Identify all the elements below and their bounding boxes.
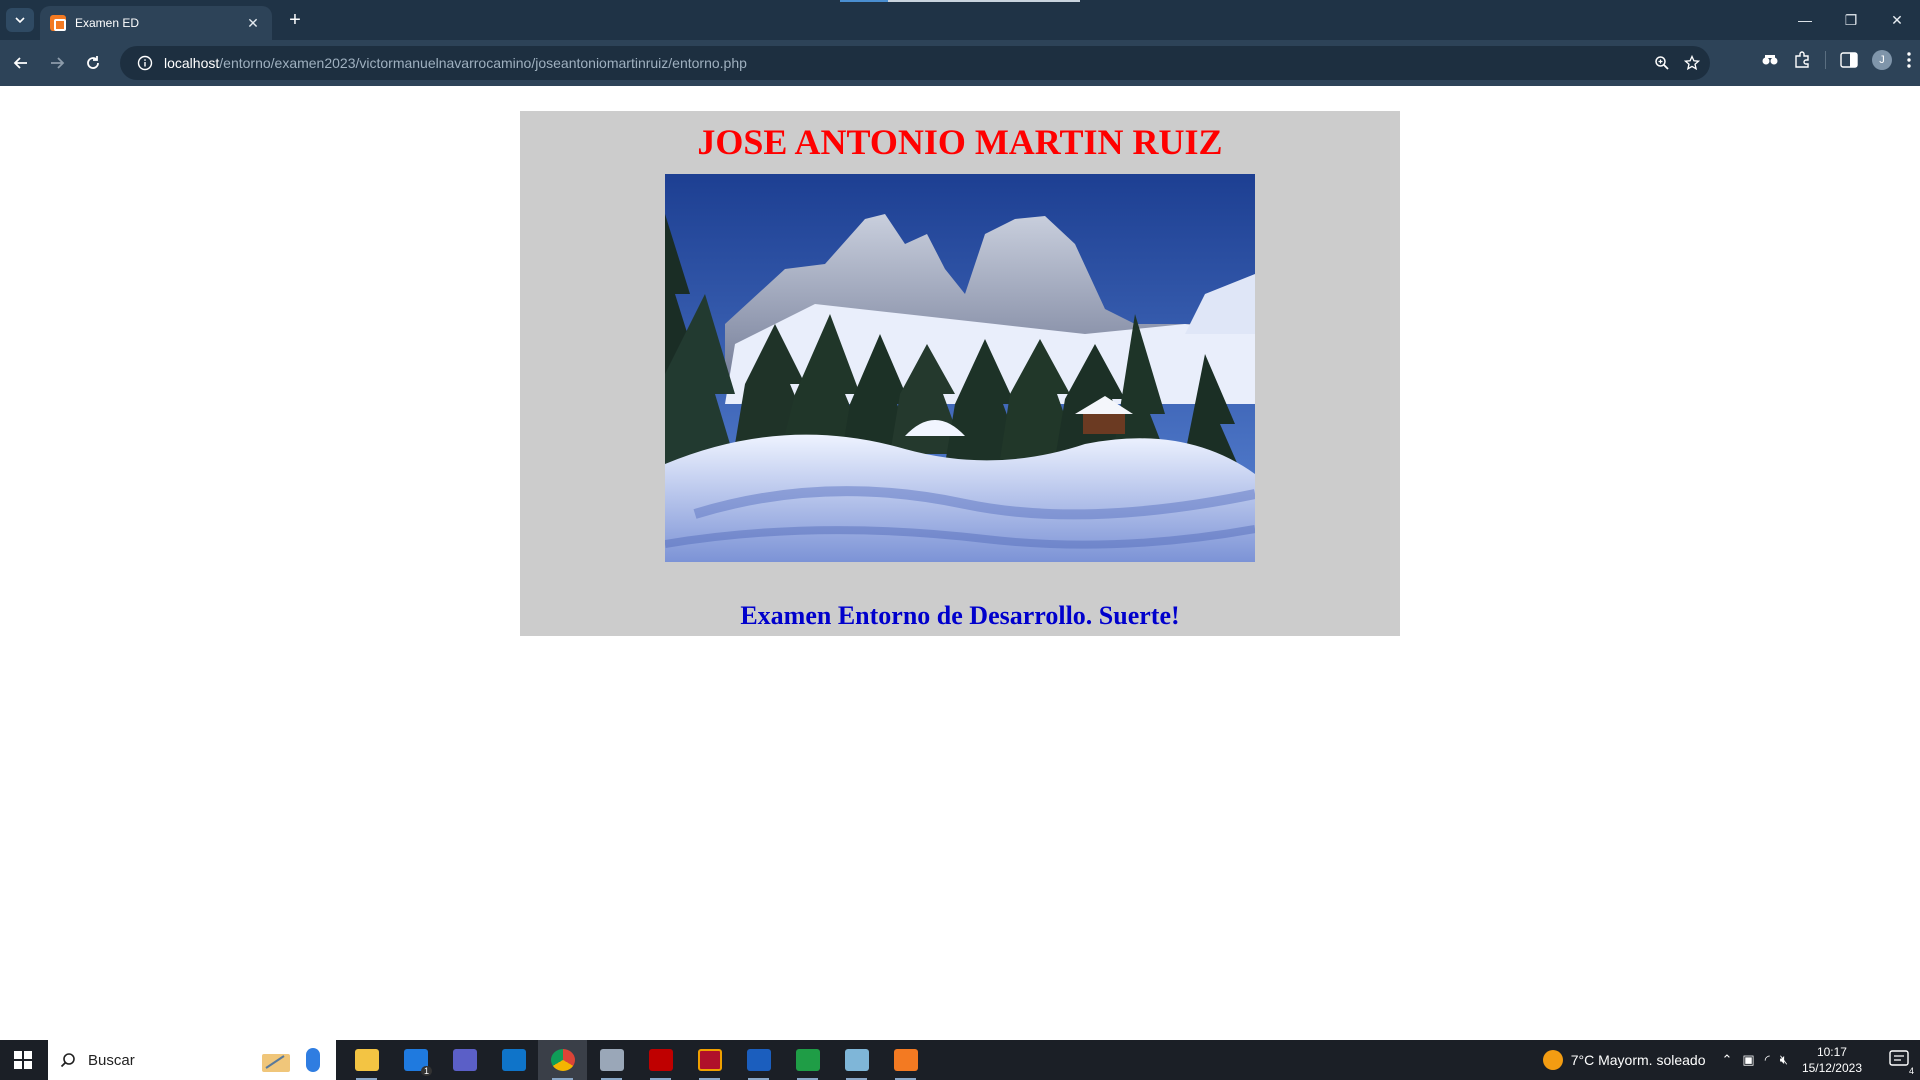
chrome-icon [550,1049,575,1071]
minimize-icon[interactable]: — [1782,0,1828,40]
taskbar-filezilla[interactable] [636,1040,685,1080]
more-menu-icon[interactable] [1906,51,1912,69]
search-icon [60,1053,75,1068]
taskbar-file-explorer[interactable] [342,1040,391,1080]
bookmark-star-icon[interactable] [1684,55,1700,71]
notepad-icon [844,1049,869,1071]
taskbar-xampp[interactable] [881,1040,930,1080]
extensions-puzzle-icon[interactable] [1793,51,1811,69]
address-bar[interactable]: localhost/entorno/examen2023/victormanue… [120,46,1710,80]
search-highlight-illustration-icon [254,1044,328,1076]
system-tray: 7°C Mayorm. soleado ⌃ ▣ ◜ 🔇︎ 10:17 15/12… [1542,1040,1920,1080]
address-bar-actions [1654,46,1700,80]
extension-glasses-icon[interactable] [1761,52,1779,68]
page-heading: JOSE ANTONIO MARTIN RUIZ [697,122,1223,162]
filezilla-server-icon [697,1049,722,1071]
tab-search-button[interactable] [6,8,34,32]
clock-date: 15/12/2023 [1801,1061,1862,1075]
volume-muted-icon[interactable]: 🔇︎ [1780,1052,1788,1068]
taskbar-remote-desktop[interactable] [489,1040,538,1080]
restore-icon[interactable]: ❐ [1828,0,1874,40]
snowy-mountain-landscape-image [665,174,1255,562]
remote-desktop-icon [501,1049,526,1071]
side-panel-icon[interactable] [1840,52,1858,68]
tool-icon [599,1049,624,1071]
start-button[interactable] [0,1040,46,1080]
taskbar-word[interactable] [734,1040,783,1080]
window-controls: — ❐ ✕ [1782,0,1920,40]
taskbar-notepad[interactable] [832,1040,881,1080]
clock-time: 10:17 [1816,1045,1847,1059]
back-arrow-icon [13,57,27,69]
taskbar-filezilla-server[interactable] [685,1040,734,1080]
web-page: JOSE ANTONIO MARTIN RUIZ Examen Entorno … [0,86,1920,1040]
notification-count: 4 [1908,1066,1914,1076]
url-text[interactable]: localhost/entorno/examen2023/victormanue… [164,55,747,71]
search-placeholder: Buscar [88,1051,135,1069]
xampp-favicon-icon [50,15,66,31]
teams-icon [452,1049,477,1071]
new-tab-button[interactable]: + [282,8,308,34]
folder-icon [354,1049,379,1071]
clock[interactable]: 10:17 15/12/2023 [1802,1044,1862,1076]
spreadsheet-icon [795,1049,820,1071]
zoom-icon[interactable] [1654,55,1670,71]
close-tab-icon[interactable]: ✕ [244,15,262,32]
back-button[interactable] [8,50,34,76]
word-document-icon [746,1049,771,1071]
taskbar-teams[interactable] [440,1040,489,1080]
browser-toolbar: localhost/entorno/examen2023/victormanue… [0,40,1920,86]
filezilla-icon [648,1049,673,1071]
tab-title: Examen ED [75,16,140,30]
notification-center-button[interactable]: 4 [1880,1040,1920,1080]
weather-text: 7°C Mayorm. soleado [1570,1052,1706,1068]
mail-badge: 1 [420,1066,432,1076]
taskbar-tool[interactable] [587,1040,636,1080]
url-path: /entorno/examen2023/victormanuelnavarroc… [219,55,747,71]
forward-arrow-icon [51,57,65,69]
toolbar-right-actions: J [1761,50,1912,70]
content-card: JOSE ANTONIO MARTIN RUIZ Examen Entorno … [520,111,1400,636]
network-icon[interactable]: ◜ [1765,1052,1770,1068]
taskbar-search-box[interactable]: Buscar [48,1040,336,1080]
reload-icon [87,56,99,69]
windows-logo-icon [14,1051,32,1069]
reload-button[interactable] [80,50,106,76]
weather-widget[interactable]: 7°C Mayorm. soleado [1542,1050,1706,1070]
site-info-icon[interactable] [128,46,162,80]
windows-taskbar: Buscar 1 7°C Mayorm. soleado ⌃ ▣ ◜ 🔇︎ 10… [0,1040,1920,1080]
taskbar-chrome[interactable] [538,1040,587,1080]
chevron-up-icon[interactable]: ⌃ [1721,1052,1732,1068]
close-window-icon[interactable]: ✕ [1874,0,1920,40]
page-subheading: Examen Entorno de Desarrollo. Suerte! [740,601,1180,630]
url-host: localhost [164,55,220,71]
taskbar-pinned-apps: 1 [342,1040,930,1080]
weather-sun-icon [1542,1050,1563,1070]
taskbar-spreadsheet[interactable] [783,1040,832,1080]
tray-icons: ⌃ ▣ ◜ 🔇︎ [1721,1052,1787,1068]
browser-tab-strip: Examen ED ✕ + — ❐ ✕ [0,0,1920,40]
taskbar-mail[interactable]: 1 [391,1040,440,1080]
forward-button[interactable] [44,50,70,76]
toolbar-divider [1825,51,1826,69]
chevron-down-icon [15,17,25,24]
display-icon[interactable]: ▣ [1742,1052,1754,1068]
xampp-icon [893,1049,918,1071]
profile-avatar[interactable]: J [1872,50,1892,70]
browser-tab[interactable]: Examen ED ✕ [40,6,272,40]
tab-strip-indicator-accent [840,0,888,2]
notification-icon [1889,1050,1909,1066]
